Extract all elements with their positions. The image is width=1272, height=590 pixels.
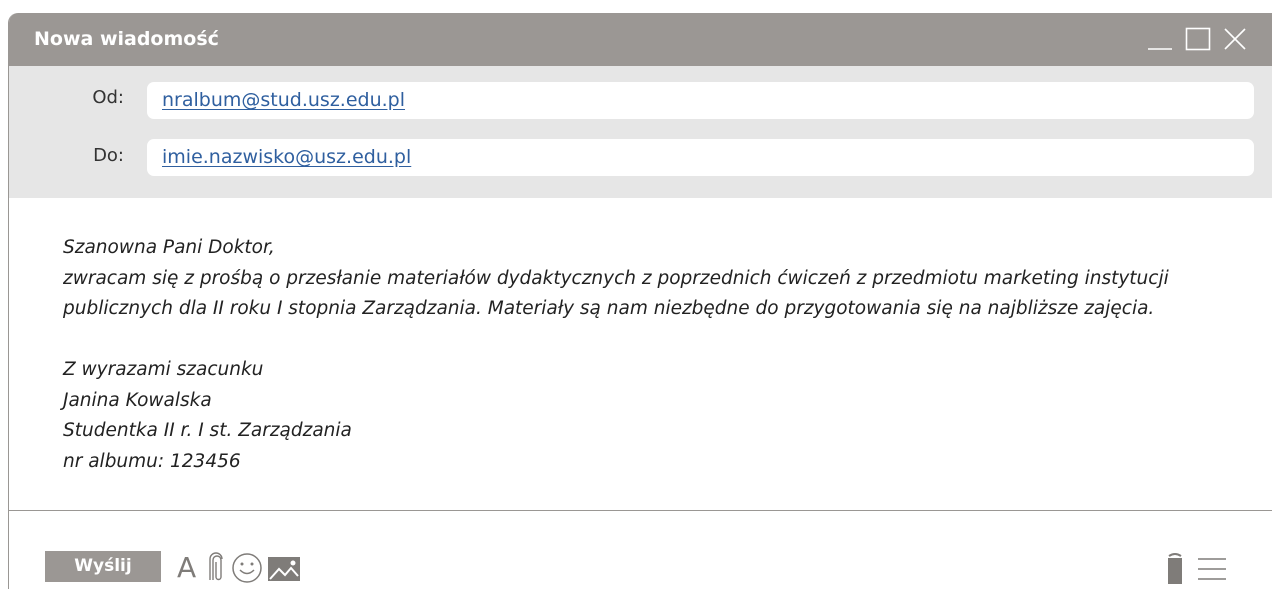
signature-name: Janina Kowalska: [63, 389, 212, 411]
title-bar: Nowa wiadomość: [9, 13, 1272, 66]
toolbar-divider: [9, 510, 1272, 511]
image-icon[interactable]: [267, 551, 301, 585]
body-line-2: publicznych dla II roku I stopnia Zarząd…: [63, 298, 1155, 319]
to-address[interactable]: imie.nazwisko@usz.edu.pl: [162, 146, 411, 168]
menu-icon[interactable]: [1197, 551, 1227, 585]
message-headers: Od: nralbum@stud.usz.edu.pl Do: imie.naz…: [9, 66, 1272, 198]
font-icon[interactable]: A: [177, 551, 201, 585]
compose-window: Nowa wiadomość Od: nralbum@stud.usz.edu.…: [8, 13, 1272, 589]
send-button[interactable]: Wyślij: [45, 551, 161, 582]
message-body[interactable]: Szanowna Pani Doktor, zwracam się z proś…: [63, 233, 1263, 477]
trash-icon[interactable]: [1166, 551, 1184, 585]
minimize-icon[interactable]: [1147, 26, 1173, 52]
paperclip-icon[interactable]: [206, 551, 226, 585]
from-address[interactable]: nralbum@stud.usz.edu.pl: [162, 89, 405, 111]
signature-role: Studentka II r. I st. Zarządzania: [63, 420, 352, 441]
to-label: Do:: [93, 145, 124, 166]
to-field[interactable]: imie.nazwisko@usz.edu.pl: [147, 139, 1254, 176]
maximize-icon[interactable]: [1185, 26, 1211, 52]
emoji-icon[interactable]: [230, 551, 264, 585]
body-line-1: zwracam się z prośbą o przesłanie materi…: [63, 267, 1169, 289]
from-label: Od:: [92, 87, 124, 108]
closing: Z wyrazami szacunku: [63, 359, 264, 380]
window-title: Nowa wiadomość: [34, 28, 219, 50]
close-icon[interactable]: [1222, 26, 1248, 52]
greeting: Szanowna Pani Doktor,: [63, 237, 275, 258]
from-field[interactable]: nralbum@stud.usz.edu.pl: [147, 82, 1254, 119]
signature-album: nr albumu: 123456: [63, 450, 241, 472]
